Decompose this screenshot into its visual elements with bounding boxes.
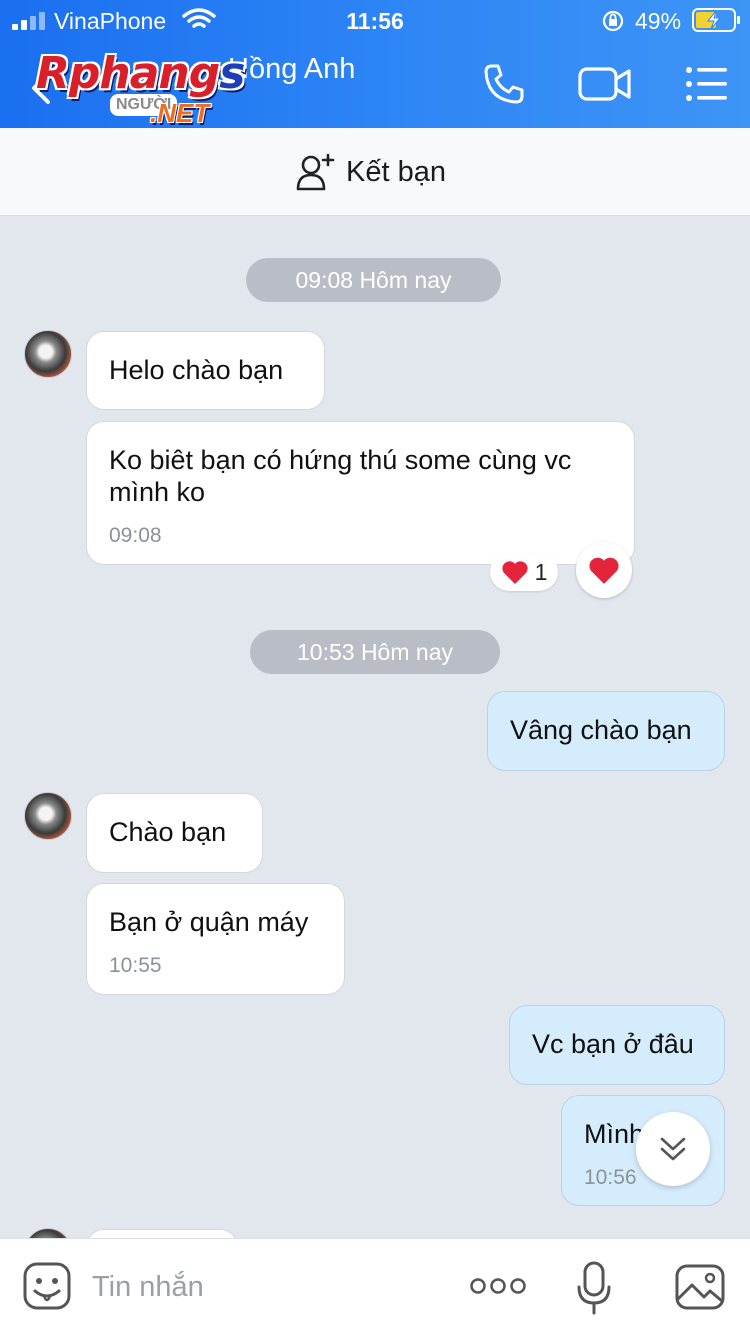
message-bubble[interactable]: Bạn ở quận máy 10:55 bbox=[86, 883, 345, 995]
message-bubble[interactable]: Chào bạn bbox=[86, 793, 263, 873]
date-separator: 10:53 Hôm nay bbox=[250, 630, 500, 674]
message-time: 09:08 bbox=[109, 524, 162, 547]
watermark-logo: Rphangs NGƯỜI .NET bbox=[36, 48, 245, 128]
more-options-icon[interactable] bbox=[470, 1275, 526, 1297]
rotation-lock-icon bbox=[602, 10, 624, 32]
sticker-icon[interactable] bbox=[22, 1261, 72, 1311]
add-friend-bar: Kết bạn bbox=[0, 128, 750, 216]
add-friend-button[interactable]: Kết bạn bbox=[296, 152, 446, 192]
image-gallery-icon[interactable] bbox=[674, 1263, 726, 1311]
avatar[interactable] bbox=[24, 330, 72, 378]
avatar[interactable] bbox=[24, 792, 72, 840]
message-bubble-sent[interactable]: Vc bạn ở đâu bbox=[509, 1005, 725, 1085]
message-time: 10:56 bbox=[584, 1166, 637, 1189]
message-bubble[interactable]: Helo chào bạn bbox=[86, 331, 325, 410]
add-friend-label: Kết bạn bbox=[346, 155, 446, 188]
menu-icon[interactable] bbox=[684, 64, 728, 104]
reaction-count[interactable]: 1 bbox=[490, 553, 558, 591]
date-separator: 09:08 Hôm nay bbox=[246, 258, 501, 302]
double-chevron-down-icon bbox=[660, 1137, 686, 1161]
scroll-to-bottom-button[interactable] bbox=[636, 1112, 710, 1186]
phone-call-icon[interactable] bbox=[482, 62, 526, 106]
battery-icon bbox=[692, 8, 740, 32]
message-bubble-sent[interactable]: Vâng chào bạn bbox=[487, 691, 725, 771]
status-bar: VinaPhone 11:56 49% bbox=[0, 0, 750, 42]
message-input-bar bbox=[0, 1238, 750, 1334]
battery-percent: 49% bbox=[635, 8, 682, 34]
video-call-icon[interactable] bbox=[578, 64, 632, 104]
chat-header: VinaPhone 11:56 49% Hồng Anh Rphangs NGƯ… bbox=[0, 0, 750, 128]
message-time: 10:55 bbox=[109, 954, 162, 977]
add-friend-icon bbox=[296, 153, 335, 191]
message-bubble[interactable]: Ko biêt bạn có hứng thú some cùng vc mìn… bbox=[86, 421, 635, 565]
heart-icon bbox=[501, 561, 528, 584]
heart-icon bbox=[589, 557, 619, 584]
message-input[interactable] bbox=[92, 1263, 432, 1311]
microphone-icon[interactable] bbox=[576, 1261, 612, 1315]
react-button[interactable] bbox=[576, 542, 632, 598]
